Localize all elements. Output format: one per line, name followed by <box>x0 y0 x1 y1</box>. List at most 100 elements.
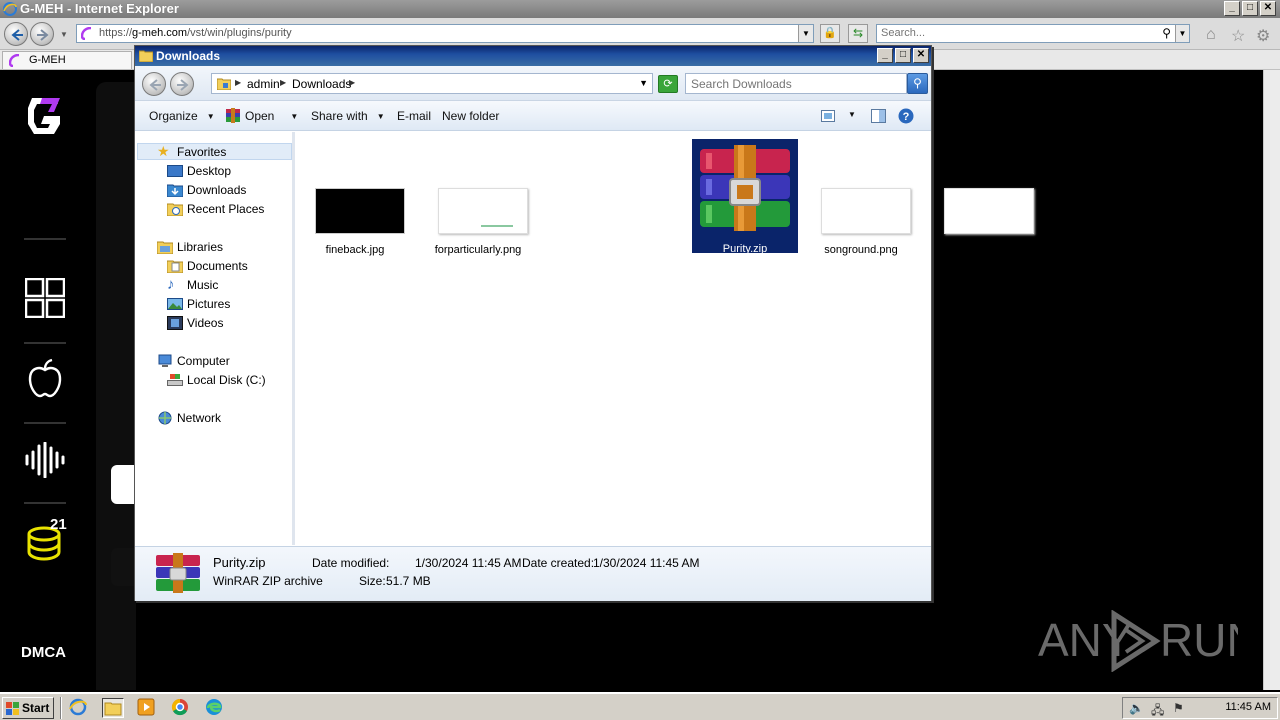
open-button[interactable]: Open ▼ <box>245 109 298 123</box>
volume-icon[interactable]: 🔈 <box>1129 701 1144 715</box>
chevron-down-icon: ▼ <box>206 112 215 121</box>
tab-gmeh[interactable]: G-MEH <box>2 51 132 69</box>
explorer-search-box[interactable] <box>685 73 907 94</box>
search-dropdown-icon[interactable]: ▼ <box>1175 25 1189 42</box>
sidebar-divider <box>24 422 66 424</box>
organize-button[interactable]: Organize ▼ <box>149 109 215 123</box>
explorer-window: Downloads _ □ ✕ ▶ admin ▶ Downloads ▶ ▼ … <box>134 45 1034 601</box>
browser-titlebar[interactable]: G-MEH - Internet Explorer _ □ ✕ <box>0 0 1280 18</box>
file-item-songround[interactable]: songround.png <box>808 140 914 256</box>
close-button[interactable]: ✕ <box>1260 1 1276 16</box>
start-button[interactable]: Start <box>2 697 54 719</box>
explorer-search-input[interactable] <box>691 77 891 91</box>
nav-desktop-label: Desktop <box>187 164 232 178</box>
network-tray-icon[interactable]: 🖧 <box>1151 701 1164 720</box>
audio-wave-icon[interactable] <box>24 441 66 481</box>
apple-icon[interactable] <box>27 358 63 401</box>
taskbar-explorer-icon[interactable] <box>102 698 124 718</box>
explorer-forward-button[interactable] <box>170 72 194 96</box>
nav-pictures-label: Pictures <box>187 297 231 311</box>
website-card[interactable] <box>111 465 135 504</box>
file-name: fineback.jpg <box>325 244 385 256</box>
home-icon[interactable]: ⌂ <box>1206 26 1216 44</box>
address-bar[interactable]: https://g-meh.com/vst/win/plugins/purity… <box>76 24 814 43</box>
explorer-titlebar[interactable]: Downloads _ □ ✕ <box>135 46 931 66</box>
url-scheme: https:// <box>99 27 133 39</box>
minimize-button[interactable]: _ <box>877 48 893 63</box>
file-item-forparticularly[interactable]: forparticularly.png <box>425 140 531 256</box>
maximize-button[interactable]: □ <box>1242 1 1258 16</box>
close-button[interactable]: ✕ <box>913 48 929 63</box>
nav-recent-places-label: Recent Places <box>187 202 265 216</box>
help-icon[interactable]: ? <box>898 108 914 124</box>
nav-downloads-label: Downloads <box>187 183 247 197</box>
dmca-link[interactable]: DMCA <box>21 644 66 661</box>
view-options-icon[interactable] <box>821 110 835 122</box>
favorites-star-icon[interactable]: ☆ <box>1231 26 1245 46</box>
breadcrumb[interactable]: ▶ admin ▶ Downloads ▶ ▼ <box>211 73 653 94</box>
taskbar-media-player-icon[interactable] <box>136 698 158 718</box>
minimize-button[interactable]: _ <box>1224 1 1240 16</box>
search-icon[interactable]: ⚲ <box>1162 26 1171 40</box>
address-dropdown-icon[interactable]: ▼ <box>798 25 813 42</box>
breadcrumb-downloads[interactable]: Downloads <box>292 77 351 91</box>
browser-search-input[interactable] <box>881 27 1151 39</box>
hard-drive-icon <box>167 374 183 386</box>
url-host: g-meh.com <box>132 27 188 39</box>
forward-button[interactable] <box>30 22 54 46</box>
taskbar-clock[interactable]: 11:45 AM <box>1225 701 1271 713</box>
grid-icon[interactable] <box>24 277 66 321</box>
file-item-fineback[interactable]: fineback.jpg <box>302 140 408 256</box>
breadcrumb-dropdown-icon[interactable]: ▼ <box>639 78 648 88</box>
email-button[interactable]: E-mail <box>397 109 431 123</box>
open-label: Open <box>245 109 275 123</box>
nav-computer-label: Computer <box>177 354 230 368</box>
ie-logo-icon <box>3 2 17 16</box>
refresh-icon[interactable]: ⟳ <box>658 75 678 93</box>
file-name: Purity.zip <box>722 243 768 255</box>
file-item-purity-zip[interactable]: Purity.zip <box>692 139 798 255</box>
preview-pane-icon[interactable] <box>871 109 886 123</box>
breadcrumb-admin[interactable]: admin <box>247 77 280 91</box>
size-value: 51.7 MB <box>386 574 431 588</box>
taskbar-chrome-icon[interactable] <box>170 698 192 718</box>
winrar-archive-icon <box>156 553 200 593</box>
tab-label: G-MEH <box>29 54 66 66</box>
back-button[interactable] <box>4 22 28 46</box>
nav-libraries-label: Libraries <box>177 240 224 254</box>
view-dropdown-icon[interactable]: ▼ <box>848 110 856 119</box>
history-dropdown-icon[interactable]: ▼ <box>60 30 68 39</box>
taskbar: Start 🔈 🖧 ⚑ 11:45 AM <box>0 692 1280 720</box>
taskbar-ie-icon[interactable] <box>68 698 90 718</box>
share-with-button[interactable]: Share with ▼ <box>311 109 385 123</box>
sidebar-divider <box>24 238 66 240</box>
nav-favorites-label: Favorites <box>177 145 227 159</box>
gmeh-logo-icon[interactable] <box>24 94 66 141</box>
new-folder-button[interactable]: New folder <box>442 109 499 123</box>
nav-documents-label: Documents <box>187 259 248 273</box>
taskbar-edge-icon[interactable] <box>204 698 226 718</box>
lock-icon[interactable]: 🔒 <box>820 24 840 43</box>
browser-search-box[interactable]: ⚲ ▼ <box>876 24 1190 43</box>
website-card[interactable] <box>111 548 135 586</box>
image-thumbnail <box>944 188 1034 234</box>
compat-refresh-icon[interactable]: ⇆ <box>848 24 868 43</box>
breadcrumb-separator-icon[interactable]: ▶ <box>235 78 241 87</box>
image-thumbnail <box>315 188 405 234</box>
share-with-label: Share with <box>311 109 368 123</box>
pictures-icon <box>167 298 183 310</box>
explorer-back-button[interactable] <box>142 72 166 96</box>
breadcrumb-separator-icon[interactable]: ▶ <box>349 78 355 87</box>
watermark-right-text: RUN <box>1160 614 1238 666</box>
action-center-flag-icon[interactable]: ⚑ <box>1173 701 1184 715</box>
nav-music-label: Music <box>187 278 219 292</box>
breadcrumb-separator-icon[interactable]: ▶ <box>280 78 286 87</box>
file-item-weekgoing[interactable]: weekgoing.png <box>931 140 1037 256</box>
anyrun-watermark: ANY RUN <box>1038 609 1260 675</box>
gear-icon[interactable]: ⚙ <box>1256 26 1270 46</box>
maximize-button[interactable]: □ <box>895 48 911 63</box>
page-scrollbar[interactable] <box>1263 70 1280 690</box>
music-note-icon: ♪ <box>167 276 175 293</box>
file-list: fineback.jpg forparticularly.png Purity.… <box>298 132 1034 545</box>
search-icon[interactable]: ⚲ <box>907 73 928 94</box>
